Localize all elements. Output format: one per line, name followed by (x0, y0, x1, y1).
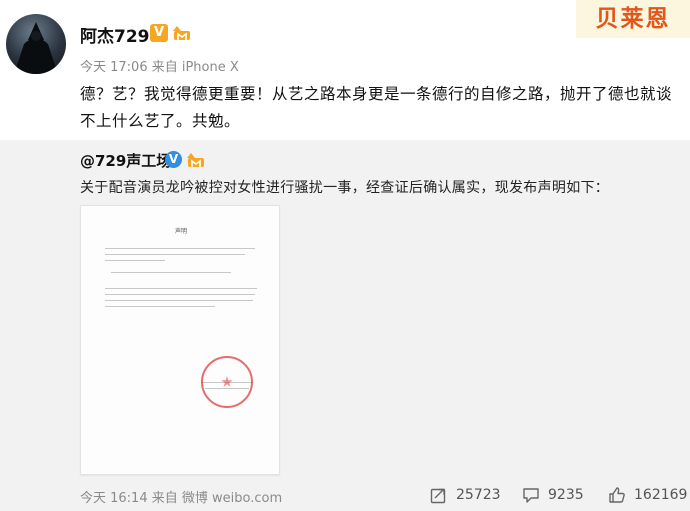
weibo-post: 阿杰729 V 今天 17:06 来自 iPhone X 德？艺？我觉得德更重要… (0, 0, 690, 140)
repost-author[interactable]: @729声工场 (80, 150, 171, 171)
document-text-line (105, 294, 255, 295)
verified-badge-icon: V (150, 24, 168, 42)
avatar-image (14, 22, 58, 74)
repost-card[interactable]: @729声工场 V 关于配音演员龙吟被控对女性进行骚扰一事，经查证后确认属实，现… (0, 140, 690, 511)
like-count-button[interactable]: 162169 (608, 485, 687, 505)
document-title: 声明 (174, 228, 187, 235)
document-text-line (105, 260, 165, 261)
watermark: 贝莱恩 (576, 0, 690, 38)
document-text-line (111, 272, 231, 273)
like-count: 162169 (634, 487, 688, 503)
repost-meta: 今天 16:14 来自 微博 weibo.com (80, 491, 283, 506)
comment-count-button[interactable]: 9235 (522, 485, 584, 505)
verified-badge-icon: V (165, 151, 182, 168)
post-meta: 今天 17:06 来自 iPhone X (80, 60, 239, 75)
comment-icon (523, 488, 539, 503)
comment-count: 9235 (548, 487, 584, 503)
repost-text: 关于配音演员龙吟被控对女性进行骚扰一事，经查证后确认属实，现发布声明如下： (80, 180, 610, 196)
document-text-line (105, 306, 215, 307)
post-text: 德？艺？我觉得德更重要！从艺之路本身更是一条德行的自修之路，抛开了德也就谈不上什… (80, 85, 673, 130)
member-badge-icon (187, 153, 204, 167)
official-seal (201, 356, 253, 408)
post-username[interactable]: 阿杰729 (80, 22, 150, 47)
repost-count-button[interactable]: 25723 (430, 485, 501, 505)
document-text-line (105, 288, 257, 289)
post-footer: 今天 16:14 来自 微博 weibo.com 25723 9235 1621… (0, 480, 690, 511)
like-icon (609, 487, 625, 503)
document-text-line (105, 248, 255, 249)
document-text-line (105, 300, 253, 301)
repost-icon (430, 488, 446, 504)
avatar[interactable] (6, 14, 66, 74)
document-text-line (105, 254, 245, 255)
member-badge-icon (173, 26, 190, 40)
repost-count: 25723 (456, 487, 501, 503)
statement-document-image[interactable]: 声明 (80, 205, 280, 475)
